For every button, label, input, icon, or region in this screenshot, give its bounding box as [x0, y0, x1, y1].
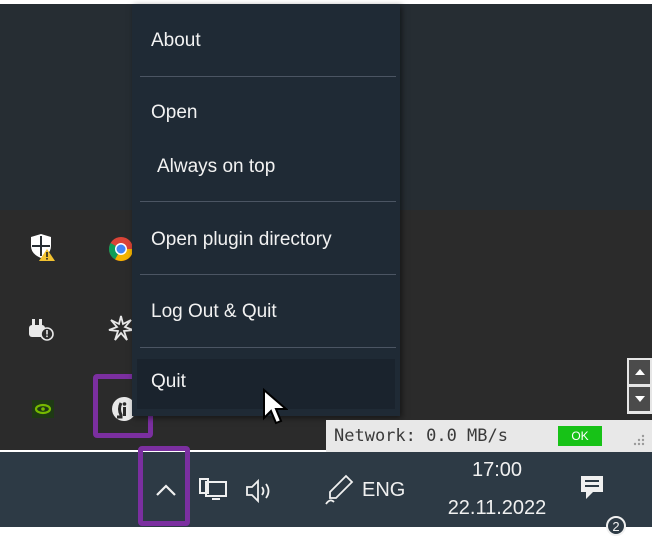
menu-item-open-plugin-directory[interactable]: Open plugin directory: [132, 228, 400, 252]
nvidia-icon[interactable]: [28, 394, 58, 424]
clock-date[interactable]: 22.11.2022: [432, 497, 562, 520]
input-language-indicator[interactable]: ENG: [362, 479, 405, 502]
security-warning-icon[interactable]: [28, 232, 58, 262]
network-monitor-icon[interactable]: [195, 474, 231, 508]
plug-icon[interactable]: [26, 313, 56, 343]
menu-separator: [140, 201, 396, 202]
clock-time[interactable]: 17:00: [432, 459, 562, 482]
menu-separator: [140, 76, 396, 77]
menu-item-about[interactable]: About: [132, 29, 400, 53]
pen-input-icon[interactable]: [322, 472, 356, 508]
volume-icon[interactable]: [242, 474, 278, 508]
menu-item-open[interactable]: Open: [132, 101, 400, 125]
network-status-badge: OK: [558, 426, 602, 446]
menu-separator: [140, 347, 396, 348]
scroll-up-button[interactable]: [629, 360, 650, 384]
scroll-down-button[interactable]: [629, 387, 650, 411]
notification-count-badge: 2: [606, 516, 626, 536]
resize-grip-icon[interactable]: [632, 432, 646, 452]
network-speed-text: Network: 0.0 MB/s: [334, 426, 508, 446]
scrollbar[interactable]: [627, 358, 652, 414]
menu-item-always-on-top[interactable]: Always on top: [132, 155, 400, 179]
mouse-cursor-icon: [262, 387, 289, 431]
network-widget: Network: 0.0 MB/s OK: [326, 420, 652, 452]
notification-center-icon[interactable]: [576, 470, 610, 508]
menu-item-log-out-quit[interactable]: Log Out & Quit: [132, 300, 400, 324]
chevron-highlight: [138, 446, 190, 526]
taskbar: ENG 17:00 22.11.2022: [0, 446, 652, 527]
context-menu: About Open Always on top Open plugin dir…: [132, 4, 400, 416]
menu-separator: [140, 274, 396, 275]
